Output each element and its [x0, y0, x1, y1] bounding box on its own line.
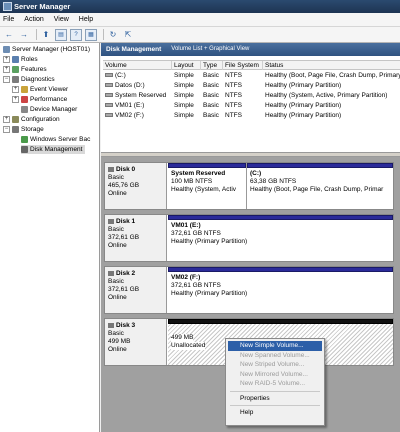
volume-icon	[105, 83, 113, 88]
volume-icon	[105, 73, 113, 78]
menu-item-new-simple-volume[interactable]: New Simple Volume...	[228, 341, 322, 351]
menu-item-help[interactable]: Help	[228, 408, 322, 418]
window-title: Server Manager	[14, 2, 71, 11]
event-viewer-icon	[21, 86, 28, 93]
disk-icon	[108, 270, 114, 276]
table-row[interactable]: (C:) Simple Basic NTFS Healthy (Boot, Pa…	[103, 71, 400, 81]
tree-item-windows-server-backup[interactable]: Windows Server Bac	[21, 135, 90, 144]
disk-3-label[interactable]: Disk 3 Basic 499 MB Online	[105, 319, 167, 365]
menu-item-new-striped-volume[interactable]: New Striped Volume...	[228, 360, 322, 370]
column-file-system[interactable]: File System	[223, 61, 263, 70]
disk-0-label[interactable]: Disk 0 Basic 465,76 GB Online	[105, 163, 167, 209]
menu-bar: File Action View Help	[0, 13, 400, 27]
export-list-icon[interactable]: ⇱	[122, 29, 134, 41]
volume-table-header: Volume Layout Type File System Status	[103, 60, 400, 70]
expand-icon[interactable]: +	[12, 86, 19, 93]
column-volume[interactable]: Volume	[103, 61, 172, 70]
partition-vm01[interactable]: VM01 (E:) 372,61 GB NTFS Healthy (Primar…	[168, 215, 393, 261]
disk-management-icon	[21, 146, 28, 153]
tree-item-configuration[interactable]: + Configuration	[3, 115, 60, 124]
up-folder-icon[interactable]: ⬆	[40, 29, 52, 41]
partition-system-reserved[interactable]: System Reserved 100 MB NTFS Healthy (Sys…	[168, 163, 247, 209]
roles-icon	[12, 56, 19, 63]
disk-2-label[interactable]: Disk 2 Basic 372,61 GB Online	[105, 267, 167, 313]
panel-header: Disk Management Volume List + Graphical …	[101, 43, 400, 56]
tree-item-diagnostics[interactable]: − Diagnostics	[3, 75, 55, 84]
tree-item-storage[interactable]: − Storage	[3, 125, 44, 134]
disk-icon	[108, 218, 114, 224]
features-icon	[12, 66, 19, 73]
expand-icon[interactable]: +	[12, 96, 19, 103]
tree-item-event-viewer[interactable]: + Event Viewer	[12, 85, 68, 94]
collapse-icon[interactable]: −	[3, 126, 10, 133]
panel-title: Disk Management	[106, 46, 162, 53]
toolbar-separator	[103, 29, 104, 40]
menu-item-properties[interactable]: Properties	[228, 394, 322, 404]
partition-vm02[interactable]: VM02 (F:) 372,61 GB NTFS Healthy (Primar…	[168, 267, 393, 313]
table-row[interactable]: VM01 (E:) Simple Basic NTFS Healthy (Pri…	[103, 101, 400, 111]
server-manager-icon	[3, 2, 12, 11]
table-row[interactable]: Datos (D:) Simple Basic NTFS Healthy (Pr…	[103, 81, 400, 91]
back-arrow-icon[interactable]: ←	[3, 29, 15, 41]
navigation-tree: Server Manager (HOST01) + Roles + Featur…	[0, 43, 100, 432]
tree-item-root[interactable]: Server Manager (HOST01)	[3, 45, 90, 54]
partition-c[interactable]: (C:) 63,38 GB NTFS Healthy (Boot, Page F…	[247, 163, 393, 209]
disk-1-row: Disk 1 Basic 372,61 GB Online VM01 (E:) …	[104, 214, 394, 262]
menu-item-new-raid5-volume[interactable]: New RAID-5 Volume...	[228, 379, 322, 389]
table-row[interactable]: VM02 (F:) Simple Basic NTFS Healthy (Pri…	[103, 111, 400, 121]
disk-0-row: Disk 0 Basic 465,76 GB Online System Res…	[104, 162, 394, 210]
column-status[interactable]: Status	[263, 61, 400, 70]
toolbar-separator	[36, 29, 37, 40]
menu-item-new-spanned-volume[interactable]: New Spanned Volume...	[228, 351, 322, 361]
collapse-icon[interactable]: −	[3, 76, 10, 83]
disk-1-label[interactable]: Disk 1 Basic 372,61 GB Online	[105, 215, 167, 261]
disk-icon	[108, 322, 114, 328]
menu-view[interactable]: View	[54, 16, 69, 23]
refresh-icon[interactable]: ↻	[107, 29, 119, 41]
menu-separator	[230, 405, 320, 406]
disk-2-row: Disk 2 Basic 372,61 GB Online VM02 (F:) …	[104, 266, 394, 314]
properties-icon[interactable]: ▦	[85, 28, 97, 41]
volume-icon	[105, 113, 113, 118]
device-manager-icon	[21, 106, 28, 113]
column-type[interactable]: Type	[201, 61, 223, 70]
tree-item-features[interactable]: + Features	[3, 65, 47, 74]
tree-item-disk-management[interactable]: Disk Management	[21, 145, 86, 154]
configuration-icon	[12, 116, 19, 123]
menu-file[interactable]: File	[3, 16, 14, 23]
menu-help[interactable]: Help	[79, 16, 93, 23]
volume-icon	[105, 103, 113, 108]
expand-icon[interactable]: +	[3, 66, 10, 73]
table-row[interactable]: System Reserved Simple Basic NTFS Health…	[103, 91, 400, 101]
backup-icon	[21, 136, 28, 143]
expand-icon[interactable]: +	[3, 56, 10, 63]
show-tree-icon[interactable]: ▤	[55, 28, 67, 41]
panel-subtitle: Volume List + Graphical View	[171, 46, 250, 52]
disk-icon	[108, 166, 114, 172]
context-menu: New Simple Volume... New Spanned Volume.…	[225, 338, 325, 426]
volume-icon	[105, 93, 113, 98]
server-icon	[3, 46, 10, 53]
tree-item-performance[interactable]: + Performance	[12, 95, 67, 104]
performance-icon	[21, 96, 28, 103]
tree-item-device-manager[interactable]: Device Manager	[21, 105, 77, 114]
diagnostics-icon	[12, 76, 19, 83]
toolbar: ← → ⬆ ▤ ? ▦ ↻ ⇱	[0, 27, 400, 43]
storage-icon	[12, 126, 19, 133]
column-layout[interactable]: Layout	[172, 61, 201, 70]
expand-icon[interactable]: +	[3, 116, 10, 123]
tree-item-roles[interactable]: + Roles	[3, 55, 38, 64]
forward-arrow-icon[interactable]: →	[18, 29, 30, 41]
menu-separator	[230, 390, 320, 392]
menu-item-new-mirrored-volume[interactable]: New Mirrored Volume...	[228, 370, 322, 380]
title-bar: Server Manager	[0, 0, 400, 13]
help-icon[interactable]: ?	[70, 28, 82, 41]
menu-action[interactable]: Action	[24, 16, 43, 23]
